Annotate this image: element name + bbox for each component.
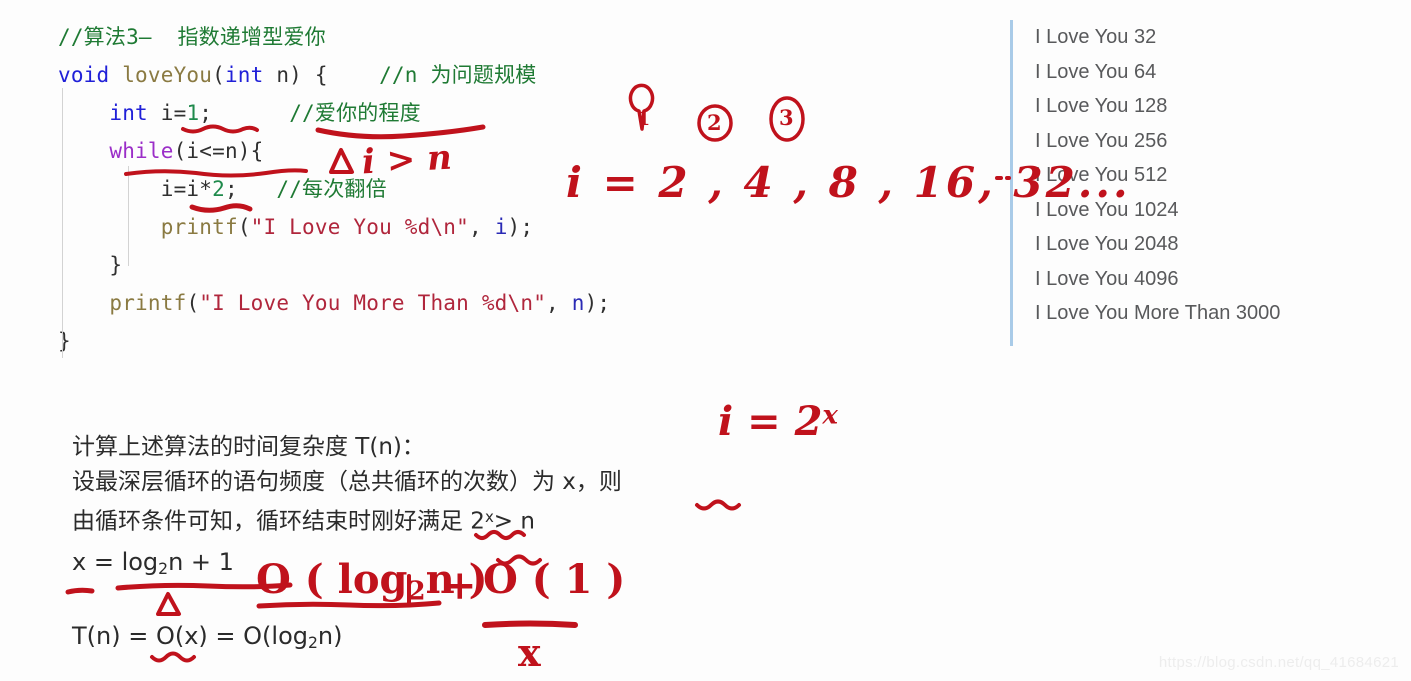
code-token-func-signature-5: n) { <box>263 63 328 87</box>
code-line-decl-i[interactable]: int i=1; //爱你的程度 <box>58 94 988 132</box>
code-token-printf-outer-3: "I Love You More Than %d\n" <box>199 291 547 315</box>
handwritten-i-equals-2-to-x: i = 2x <box>718 398 838 445</box>
handwritten-plus-sign: + <box>443 562 477 609</box>
code-line-close-while[interactable]: } <box>58 246 988 284</box>
delta-triangle-equation <box>156 592 181 616</box>
code-token-decl-i-3: 1 <box>186 101 200 125</box>
analysis-line-2: 设最深层循环的语句频度（总共循环的次数）为 x，则 <box>72 469 622 495</box>
console-line: I Love You 32 <box>1035 26 1157 48</box>
watermark: https://blog.csdn.net/qq_41684621 <box>1158 654 1399 671</box>
code-token-close-while-0: } <box>58 253 123 277</box>
code-token-double-i-1: 2 <box>212 177 225 201</box>
code-token-decl-i-2: i= <box>147 101 187 125</box>
handwritten-i-eq-2x-base: i = 2 <box>718 398 823 445</box>
analysis-line-3: 由循环条件可知，循环结束时刚好满足 2x> n <box>72 500 772 535</box>
code-token-func-signature-1 <box>109 63 122 87</box>
equation-tn-base: 2 <box>308 633 318 652</box>
code-token-func-signature-0: void <box>58 63 110 87</box>
code-token-printf-inner-5: i <box>494 215 508 239</box>
code-token-printf-inner-2: ( <box>237 215 251 239</box>
equation-x-part-b: n + 1 <box>168 548 234 576</box>
handwritten-marker-2-digit: 2 <box>707 110 722 135</box>
equation-tn-part-a: T(n) = O(x) = O(log <box>72 622 308 650</box>
equation-x-log: x = log2n + 1 <box>72 548 234 578</box>
code-token-printf-inner-1: printf <box>160 215 238 239</box>
code-token-printf-outer-4: , <box>546 291 572 315</box>
handwritten-denominator-x: x <box>518 630 541 675</box>
dash-left-equation-x <box>65 587 95 595</box>
handwritten-i-sequence: i = 2 , 4 , 8 , 16, 32... <box>566 158 1131 207</box>
handwritten-big-o-log-base: 2 <box>407 576 426 607</box>
handwritten-marker-1-digit: 1 <box>637 108 651 130</box>
console-line: I Love You More Than 3000 <box>1035 302 1281 324</box>
code-token-printf-outer-1: printf <box>109 291 187 315</box>
code-token-func-signature-3: ( <box>212 63 225 87</box>
code-token-printf-inner-6: ); <box>507 215 534 239</box>
code-token-double-i-0: i=i* <box>58 177 213 201</box>
code-token-decl-i-0 <box>58 101 109 125</box>
code-token-comment-title-0: //算法3— 指数递增型爱你 <box>58 25 326 49</box>
handwritten-marker-3-digit: 3 <box>779 105 794 130</box>
code-token-printf-inner-4: , <box>469 215 495 239</box>
squiggle-under-tn <box>150 651 196 663</box>
indent-guide-level-1 <box>62 88 63 358</box>
console-line: I Love You 128 <box>1035 95 1168 117</box>
code-token-func-signature-2: loveYou <box>122 63 213 87</box>
fraction-bar-o1-over-x <box>482 620 578 628</box>
code-token-while-head-1: while <box>109 139 174 163</box>
equation-x-part-a: x = log <box>72 548 159 576</box>
code-line-func-signature[interactable]: void loveYou(int n) { //n 为问题规模 <box>58 56 988 94</box>
code-token-printf-outer-0 <box>58 291 109 315</box>
code-line-close-func[interactable]: } <box>58 322 988 360</box>
indent-guide-level-2 <box>128 166 129 266</box>
code-token-decl-i-1: int <box>109 101 148 125</box>
code-token-func-signature-6 <box>328 63 379 87</box>
equation-tn-result: T(n) = O(x) = O(log2n) <box>72 622 343 652</box>
code-token-printf-inner-0 <box>58 215 161 239</box>
equation-tn-part-b: n) <box>317 622 343 650</box>
handwritten-i-eq-2x-exponent: x <box>822 400 838 431</box>
analysis-line-1: 计算上述算法的时间复杂度 T(n)： <box>72 434 425 460</box>
code-token-double-i-2: ; <box>224 177 238 201</box>
handwritten-big-o-log-open: O ( log <box>256 556 408 603</box>
code-token-close-func-0: } <box>58 329 71 353</box>
equation-x-base: 2 <box>158 559 169 578</box>
code-token-func-signature-7: //n 为问题规模 <box>379 63 537 87</box>
code-token-decl-i-4: ; <box>199 101 213 125</box>
code-token-printf-outer-2: ( <box>186 291 200 315</box>
code-token-printf-inner-3: "I Love You %d\n" <box>250 215 469 239</box>
code-token-printf-outer-5: n <box>571 291 585 315</box>
console-line: I Love You 2048 <box>1035 233 1179 255</box>
handwritten-big-o-one: O ( 1 ) <box>483 556 626 603</box>
code-token-func-signature-4: int <box>224 63 264 87</box>
screenshot-canvas: //算法3— 指数递增型爱你 void loveYou(int n) { //n … <box>0 0 1411 681</box>
code-token-while-head-2: (i<=n){ <box>173 139 264 163</box>
console-line: I Love You 64 <box>1035 60 1157 83</box>
handwritten-i-gt-n: i > n <box>361 137 453 183</box>
analysis-line-3-a: 由循环条件可知，循环结束时刚好满足 2 <box>72 508 485 535</box>
code-token-while-head-0 <box>58 139 109 163</box>
analysis-line-3-b: > n <box>493 508 535 535</box>
code-token-printf-outer-6: ); <box>584 291 611 315</box>
code-token-decl-i-5 <box>212 101 289 125</box>
analysis-line-3-exponent: x <box>484 508 494 526</box>
complexity-analysis-text: 计算上述算法的时间复杂度 T(n)： 设最深层循环的语句频度（总共循环的次数）为… <box>72 430 772 535</box>
code-line-printf-inner[interactable]: printf("I Love You %d\n", i); <box>58 208 988 246</box>
code-token-decl-i-6: //爱你的程度 <box>289 101 421 125</box>
code-line-comment-title[interactable]: //算法3— 指数递增型爱你 <box>58 18 988 56</box>
code-token-double-i-3 <box>238 177 277 201</box>
console-line: I Love You 256 <box>1035 129 1168 152</box>
code-line-printf-outer[interactable]: printf("I Love You More Than %d\n", n); <box>58 284 988 322</box>
console-line: I Love You 4096 <box>1035 267 1179 290</box>
